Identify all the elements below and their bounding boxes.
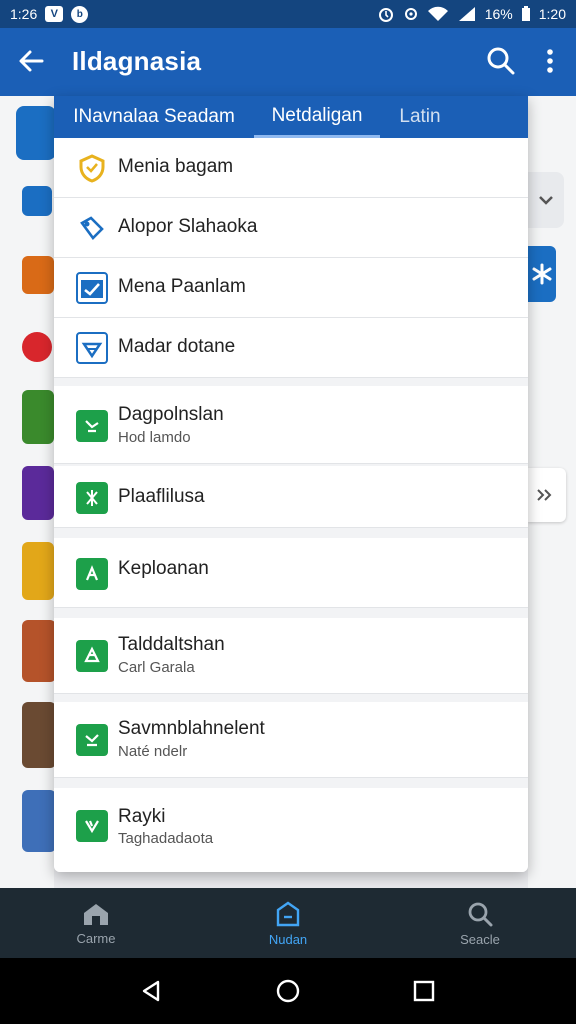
recents-square-icon[interactable] [411,978,437,1004]
status-time-right: 1:20 [538,6,566,22]
list-item-label: Keploanan [118,558,209,579]
home-circle-icon[interactable] [275,978,301,1004]
menu-item-3[interactable]: Madar dotane [54,318,528,378]
menu-item-label: Mena Paanlam [118,276,246,297]
list-item-subtitle: Taghadadaota [118,830,214,847]
bg-forward-button[interactable] [528,468,566,522]
bg-app-icon-8[interactable] [22,620,56,682]
menu-item-label: Alopor Slahaoka [118,216,258,237]
bg-app-icon-5[interactable] [22,390,54,444]
battery-percent: 16% [484,6,513,22]
menu-item-0[interactable]: Menia bagam [54,138,528,198]
bg-chevron-button[interactable] [528,172,564,228]
chart-icon [76,272,108,304]
status-bar: 1:26 V b 16% 1:20 [0,0,576,28]
star-icon [532,263,552,285]
list-item-1[interactable]: Plaaflilusa [54,466,528,528]
notification-b-icon: b [71,5,89,23]
arrow-back-icon[interactable] [14,44,48,78]
wifi-icon [427,6,448,21]
system-navigation-bar [0,958,576,1024]
menu-item-label: Menia bagam [118,156,234,177]
chevron-down-icon [539,196,553,205]
notification-v-icon: V [45,6,64,22]
inbox-icon [276,901,300,926]
panel-tabs: INavnalaa Seadam Netdaligan Latin [54,96,528,138]
download-box-icon [76,332,108,364]
app-icon [76,558,108,590]
bg-app-icon-10[interactable] [22,790,56,852]
nav-search[interactable]: Seacle [384,888,576,958]
list-item-3[interactable]: Talddaltshan Carl Garala [54,618,528,694]
list-item-2[interactable]: Keploanan [54,538,528,608]
search-icon [468,902,493,926]
app-icon [76,482,108,514]
menu-item-2[interactable]: Mena Paanlam [54,258,528,318]
tab-0[interactable]: INavnalaa Seadam [54,96,254,138]
double-arrow-icon [537,489,552,501]
app-icon [76,640,108,672]
shield-icon [76,152,108,184]
app-icon [76,810,108,842]
nav-home[interactable]: Carme [0,888,192,958]
vibrate-icon [404,8,417,20]
bg-app-icon-2[interactable] [22,186,52,216]
tab-1[interactable]: Netdaligan [254,96,380,138]
puzzle-icon [76,212,108,244]
signal-icon [458,7,475,21]
list-item-subtitle: Hod lamdo [118,429,191,446]
app-icon [76,724,108,756]
app-icon [76,410,108,442]
app-bar: Ildagnasia [0,28,576,96]
list-item-label: Savmnblahnelent [118,718,265,739]
list-item-label: Plaaflilusa [118,486,205,507]
bg-app-icon-1[interactable] [16,106,56,160]
list-item-5[interactable]: Rayki Taghadadaota [54,788,528,872]
menu-item-1[interactable]: Alopor Slahaoka [54,198,528,258]
list-item-label: Rayki [118,806,166,827]
tab-2[interactable]: Latin [380,96,460,138]
status-time-left: 1:26 [10,6,38,22]
list-item-0[interactable]: Dagpolnslan Hod lamdo [54,386,528,464]
list-item-subtitle: Carl Garala [118,659,195,676]
bg-app-icon-7[interactable] [22,542,54,600]
menu-item-label: Madar dotane [118,336,236,357]
nav-search-label: Seacle [460,931,500,947]
list-item-subtitle: Naté ndelr [118,743,188,760]
list-item-4[interactable]: Savmnblahnelent Naté ndelr [54,702,528,778]
bg-app-icon-6[interactable] [22,466,54,520]
alarm-icon [378,8,393,22]
page-title: Ildagnasia [72,46,202,76]
search-icon[interactable] [484,44,518,78]
list-item-label: Dagpolnslan [118,404,224,425]
dropdown-panel: INavnalaa Seadam Netdaligan Latin Menia … [54,96,528,872]
bg-app-icon-3[interactable] [22,256,54,294]
battery-icon [521,6,530,21]
more-vert-icon[interactable] [538,44,562,78]
nav-home-label: Carme [76,930,116,946]
bg-app-icon-9[interactable] [22,702,56,768]
nav-inbox-label: Nudan [268,931,308,947]
nav-inbox[interactable]: Nudan [192,888,384,958]
list-item-label: Talddaltshan [118,634,225,655]
bg-star-button[interactable] [528,246,556,302]
home-icon [84,903,108,925]
bg-app-icon-4[interactable] [22,332,52,362]
back-triangle-icon[interactable] [138,978,164,1004]
bottom-navigation: Carme Nudan Seacle [0,888,576,958]
